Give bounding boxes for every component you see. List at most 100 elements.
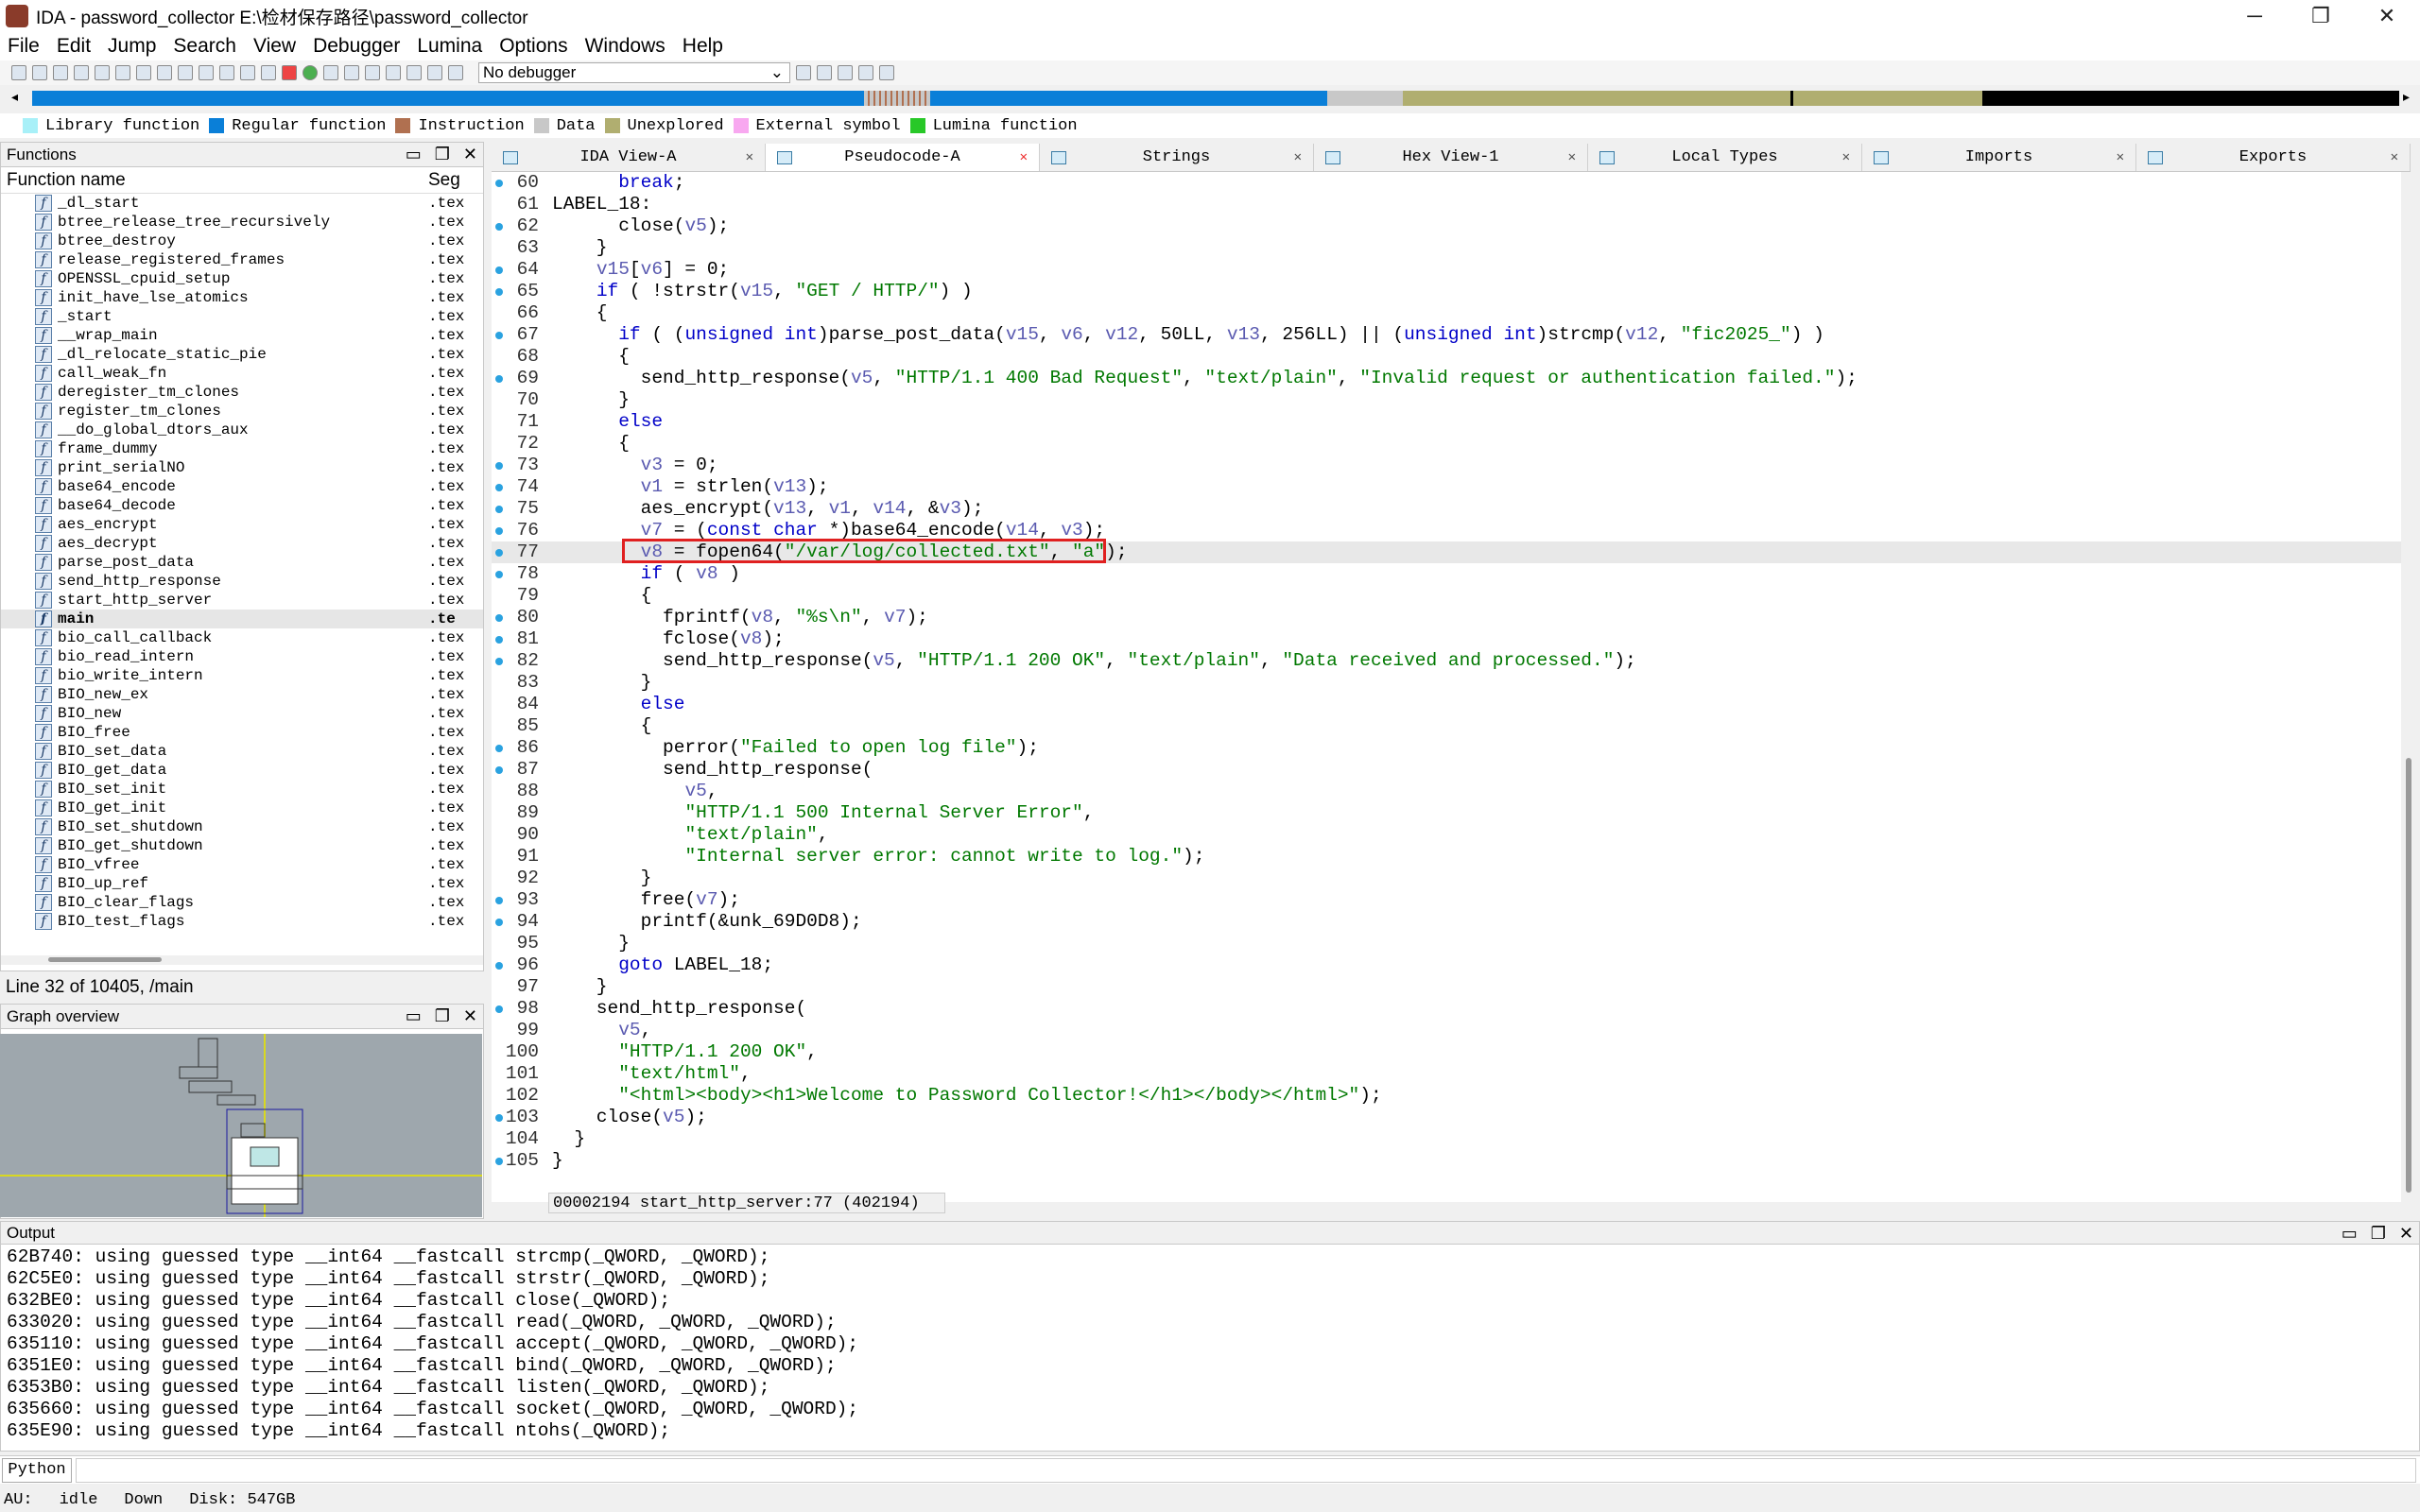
breakpoint-dot[interactable] [495, 527, 503, 535]
function-row[interactable]: f start_http_server .tex [1, 591, 483, 610]
code-vscroll-thumb[interactable] [2406, 758, 2411, 1193]
save-icon[interactable] [32, 65, 47, 80]
breakpoint-dot[interactable] [495, 1005, 503, 1013]
tab-close-icon[interactable]: ✕ [2117, 149, 2124, 165]
menu-lumina[interactable]: Lumina [417, 35, 482, 58]
code-line[interactable]: 79 { [492, 585, 2401, 607]
data-icon[interactable] [199, 65, 214, 80]
function-row[interactable]: f BIO_vfree .tex [1, 855, 483, 874]
undefine-icon[interactable] [261, 65, 276, 80]
back-icon[interactable] [53, 65, 68, 80]
graph-icon[interactable] [386, 65, 401, 80]
code-icon[interactable] [178, 65, 193, 80]
indent-icon[interactable] [858, 65, 873, 80]
function-row[interactable]: f BIO_test_flags .tex [1, 912, 483, 931]
menu-options[interactable]: Options [499, 35, 567, 58]
tab-close-icon[interactable]: ✕ [1020, 149, 1028, 165]
code-line[interactable]: 102 "<html><body><h1>Welcome to Password… [492, 1085, 2401, 1107]
restore-panel-icon[interactable]: ❐ [435, 1006, 450, 1026]
function-row[interactable]: f base64_decode .tex [1, 496, 483, 515]
function-row[interactable]: f aes_encrypt .tex [1, 515, 483, 534]
navigation-band[interactable]: ◂ ▸ [0, 87, 2420, 110]
code-line[interactable]: 98 send_http_response( [492, 998, 2401, 1020]
code-vscroll[interactable] [2404, 172, 2413, 1193]
debugger-options-icon[interactable] [796, 65, 811, 80]
menu-help[interactable]: Help [683, 35, 723, 58]
function-row[interactable]: f BIO_get_init .tex [1, 799, 483, 817]
code-line[interactable]: 100 "HTTP/1.1 200 OK", [492, 1041, 2401, 1063]
pseudocode-view[interactable]: 60 break; 61 LABEL_18: 62 close(v5); 63 } 64 … [492, 172, 2401, 1202]
code-line[interactable]: 95 } [492, 933, 2401, 954]
function-row[interactable]: f bio_read_intern .tex [1, 647, 483, 666]
breakpoint-dot[interactable] [495, 614, 503, 622]
function-row[interactable]: f BIO_new_ex .tex [1, 685, 483, 704]
breakpoint-dot[interactable] [495, 1158, 503, 1165]
forward-icon[interactable] [74, 65, 89, 80]
code-line[interactable]: 90 "text/plain", [492, 824, 2401, 846]
code-line[interactable]: 104 } [492, 1128, 2401, 1150]
code-line[interactable]: 92 } [492, 868, 2401, 889]
code-line[interactable]: 85 { [492, 715, 2401, 737]
search-immediate-icon[interactable] [136, 65, 151, 80]
breakpoint-dot[interactable] [495, 266, 503, 274]
string-icon[interactable] [219, 65, 234, 80]
function-row[interactable]: f OPENSSL_cpuid_setup .tex [1, 269, 483, 288]
search-text-icon[interactable] [95, 65, 110, 80]
function-row[interactable]: f deregister_tm_clones .tex [1, 383, 483, 402]
lumina-icon[interactable] [302, 65, 318, 80]
code-line[interactable]: 80 fprintf(v8, "%s\n", v7); [492, 607, 2401, 628]
code-line[interactable]: 99 v5, [492, 1020, 2401, 1041]
debugger-select[interactable]: No debugger ⌄ [478, 62, 790, 83]
function-row[interactable]: f BIO_set_shutdown .tex [1, 817, 483, 836]
breakpoint-dot[interactable] [495, 636, 503, 644]
code-line[interactable]: 75 aes_encrypt(v13, v1, v14, &v3); [492, 498, 2401, 520]
breakpoint-dot[interactable] [495, 897, 503, 904]
breakpoint-dot[interactable] [495, 658, 503, 665]
breakpoint-dot[interactable] [495, 919, 503, 926]
code-line[interactable]: 105} [492, 1150, 2401, 1172]
maximize-button[interactable]: ❐ [2288, 0, 2354, 32]
enum-icon[interactable] [344, 65, 359, 80]
pause-icon[interactable] [427, 65, 442, 80]
nav-left-arrow-icon[interactable]: ◂ [11, 89, 18, 105]
run-icon[interactable] [406, 65, 422, 80]
menu-edit[interactable]: Edit [57, 35, 91, 58]
code-line[interactable]: 71 else [492, 411, 2401, 433]
function-row[interactable]: f BIO_new .tex [1, 704, 483, 723]
breakpoint-icon[interactable] [282, 65, 297, 80]
breakpoint-dot[interactable] [495, 484, 503, 491]
tab-hex-view-1[interactable]: Hex View-1 ✕ [1314, 144, 1588, 171]
function-row[interactable]: f BIO_set_data .tex [1, 742, 483, 761]
maximize-panel-icon[interactable]: ▭ [2342, 1224, 2358, 1244]
code-line[interactable]: 63 } [492, 237, 2401, 259]
tab-close-icon[interactable]: ✕ [1294, 149, 1302, 165]
function-row[interactable]: f BIO_free .tex [1, 723, 483, 742]
function-row[interactable]: f init_have_lse_atomics .tex [1, 288, 483, 307]
function-row[interactable]: f _start .tex [1, 307, 483, 326]
menu-view[interactable]: View [253, 35, 296, 58]
breakpoint-dot[interactable] [495, 180, 503, 187]
code-line[interactable]: 68 { [492, 346, 2401, 368]
close-panel-icon[interactable]: ✕ [463, 145, 477, 164]
graph-overview-canvas[interactable] [0, 1034, 482, 1217]
restore-panel-icon[interactable]: ❐ [2371, 1224, 2386, 1244]
code-line[interactable]: 65 if ( !strstr(v15, "GET / HTTP/") ) [492, 281, 2401, 302]
code-line[interactable]: 72 { [492, 433, 2401, 455]
menu-search[interactable]: Search [173, 35, 236, 58]
code-line[interactable]: 87 send_http_response( [492, 759, 2401, 781]
code-line[interactable]: 96 goto LABEL_18; [492, 954, 2401, 976]
menu-file[interactable]: File [8, 35, 40, 58]
breakpoint-dot[interactable] [495, 462, 503, 470]
function-row[interactable]: f aes_decrypt .tex [1, 534, 483, 553]
tab-close-icon[interactable]: ✕ [2391, 149, 2398, 165]
function-row[interactable]: f send_http_response .tex [1, 572, 483, 591]
debugger-settings-icon[interactable] [817, 65, 832, 80]
python-label[interactable]: Python [2, 1457, 72, 1483]
tab-exports[interactable]: Exports ✕ [2136, 144, 2411, 171]
maximize-panel-icon[interactable]: ▭ [406, 1006, 422, 1026]
close-panel-icon[interactable]: ✕ [2399, 1224, 2413, 1244]
menu-windows[interactable]: Windows [585, 35, 666, 58]
code-line[interactable]: 64 v15[v6] = 0; [492, 259, 2401, 281]
function-row[interactable]: f base64_encode .tex [1, 477, 483, 496]
struct-icon[interactable] [323, 65, 338, 80]
